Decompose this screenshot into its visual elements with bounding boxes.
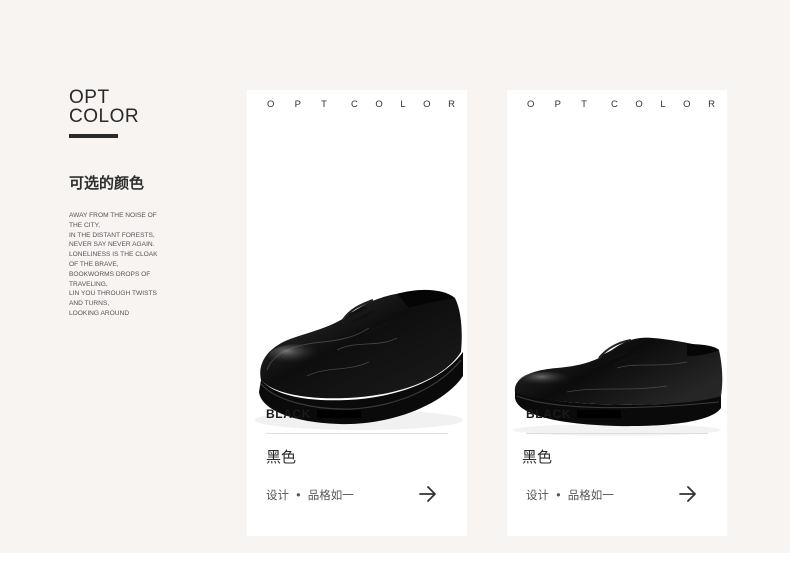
color-swatch xyxy=(577,410,621,418)
card-heading-word2: C O L O R xyxy=(611,99,715,110)
card-heading: O P T C O L O R xyxy=(247,99,467,111)
intro-subtitle: 可选的颜色 xyxy=(69,174,145,192)
intro-title-line2: COLOR xyxy=(69,106,140,127)
card-heading: O P T C O L O R xyxy=(507,99,727,111)
card-heading-word2: C O L O R xyxy=(351,99,455,110)
color-name-cn: 黑色 xyxy=(522,448,553,466)
color-name: BLACK xyxy=(266,407,311,421)
paragraph-line: OF THE BRAVE, xyxy=(69,260,119,268)
heading-letter: O xyxy=(527,99,535,110)
color-name-cn: 黑色 xyxy=(266,448,297,466)
heading-letter: R xyxy=(708,99,715,110)
divider xyxy=(526,433,708,434)
title-underline xyxy=(69,134,118,138)
intro-paragraph: AWAY FROM THE NOISE OF THE CITY, IN THE … xyxy=(69,211,173,319)
divider xyxy=(266,433,448,434)
shoe-illustration xyxy=(513,337,723,436)
color-label-row: BLACK xyxy=(266,407,361,421)
color-name: BLACK xyxy=(526,407,571,421)
tagline-part2: 品格如一 xyxy=(567,488,614,502)
color-swatch xyxy=(317,410,361,418)
heading-letter: P xyxy=(294,99,301,110)
tagline-part1: 设计 xyxy=(266,488,289,502)
arrow-right-icon[interactable] xyxy=(419,486,437,502)
heading-letter: O xyxy=(423,99,431,110)
arrow-right-icon[interactable] xyxy=(679,486,697,502)
paragraph-line: BOOKWORMS DROPS OF xyxy=(69,270,151,278)
intro-title-line1: OPT xyxy=(69,87,110,108)
card-tagline: 设计 • 品格如一 xyxy=(526,487,614,503)
intro-title: OPT COLOR xyxy=(69,88,173,126)
heading-letter: O xyxy=(375,99,383,110)
paragraph-line: NEVER SAY NEVER AGAIN. xyxy=(69,241,155,249)
tagline-dot: • xyxy=(295,488,302,502)
color-option-card[interactable]: O P T C O L O R BLACK 黑色 设计 • 品格如一 xyxy=(507,90,727,536)
color-label-row: BLACK xyxy=(526,407,621,421)
heading-letter: L xyxy=(660,99,666,110)
heading-letter: O xyxy=(267,99,275,110)
tagline-part1: 设计 xyxy=(526,488,549,502)
paragraph-line: LIN YOU THROUGH TWISTS xyxy=(69,290,157,298)
paragraph-line: TRAVELING, xyxy=(69,280,108,288)
heading-letter: R xyxy=(448,99,455,110)
heading-letter: P xyxy=(554,99,561,110)
intro-panel: OPT COLOR 可选的颜色 AWAY FROM THE NOISE OF T… xyxy=(69,88,173,319)
tagline-dot: • xyxy=(555,488,562,502)
heading-letter: T xyxy=(321,99,327,110)
card-heading-word1: O P T xyxy=(527,99,587,110)
heading-letter: C xyxy=(351,99,358,110)
shoe-illustration xyxy=(255,289,463,430)
card-tagline: 设计 • 品格如一 xyxy=(266,487,354,503)
heading-letter: O xyxy=(635,99,643,110)
tagline-part2: 品格如一 xyxy=(307,488,354,502)
paragraph-line: AWAY FROM THE NOISE OF xyxy=(69,212,157,219)
paragraph-line: AND TURNS, xyxy=(69,300,110,308)
shoe-image-side xyxy=(507,180,727,440)
paragraph-line: LONELINESS IS THE CLOAK xyxy=(69,251,158,259)
paragraph-line: IN THE DISTANT FORESTS, xyxy=(69,231,155,239)
paragraph-line: LOOKING AROUND xyxy=(69,309,130,317)
paragraph-line: THE CITY, xyxy=(69,221,101,229)
heading-letter: C xyxy=(611,99,618,110)
heading-letter: O xyxy=(683,99,691,110)
page: OPT COLOR 可选的颜色 AWAY FROM THE NOISE OF T… xyxy=(0,0,790,553)
card-heading-word1: O P T xyxy=(267,99,327,110)
color-option-card[interactable]: O P T C O L O R BLACK 黑色 设计 • 品格如一 xyxy=(247,90,467,536)
heading-letter: T xyxy=(581,99,587,110)
heading-letter: L xyxy=(400,99,406,110)
shoe-image-three-quarter xyxy=(247,180,467,440)
